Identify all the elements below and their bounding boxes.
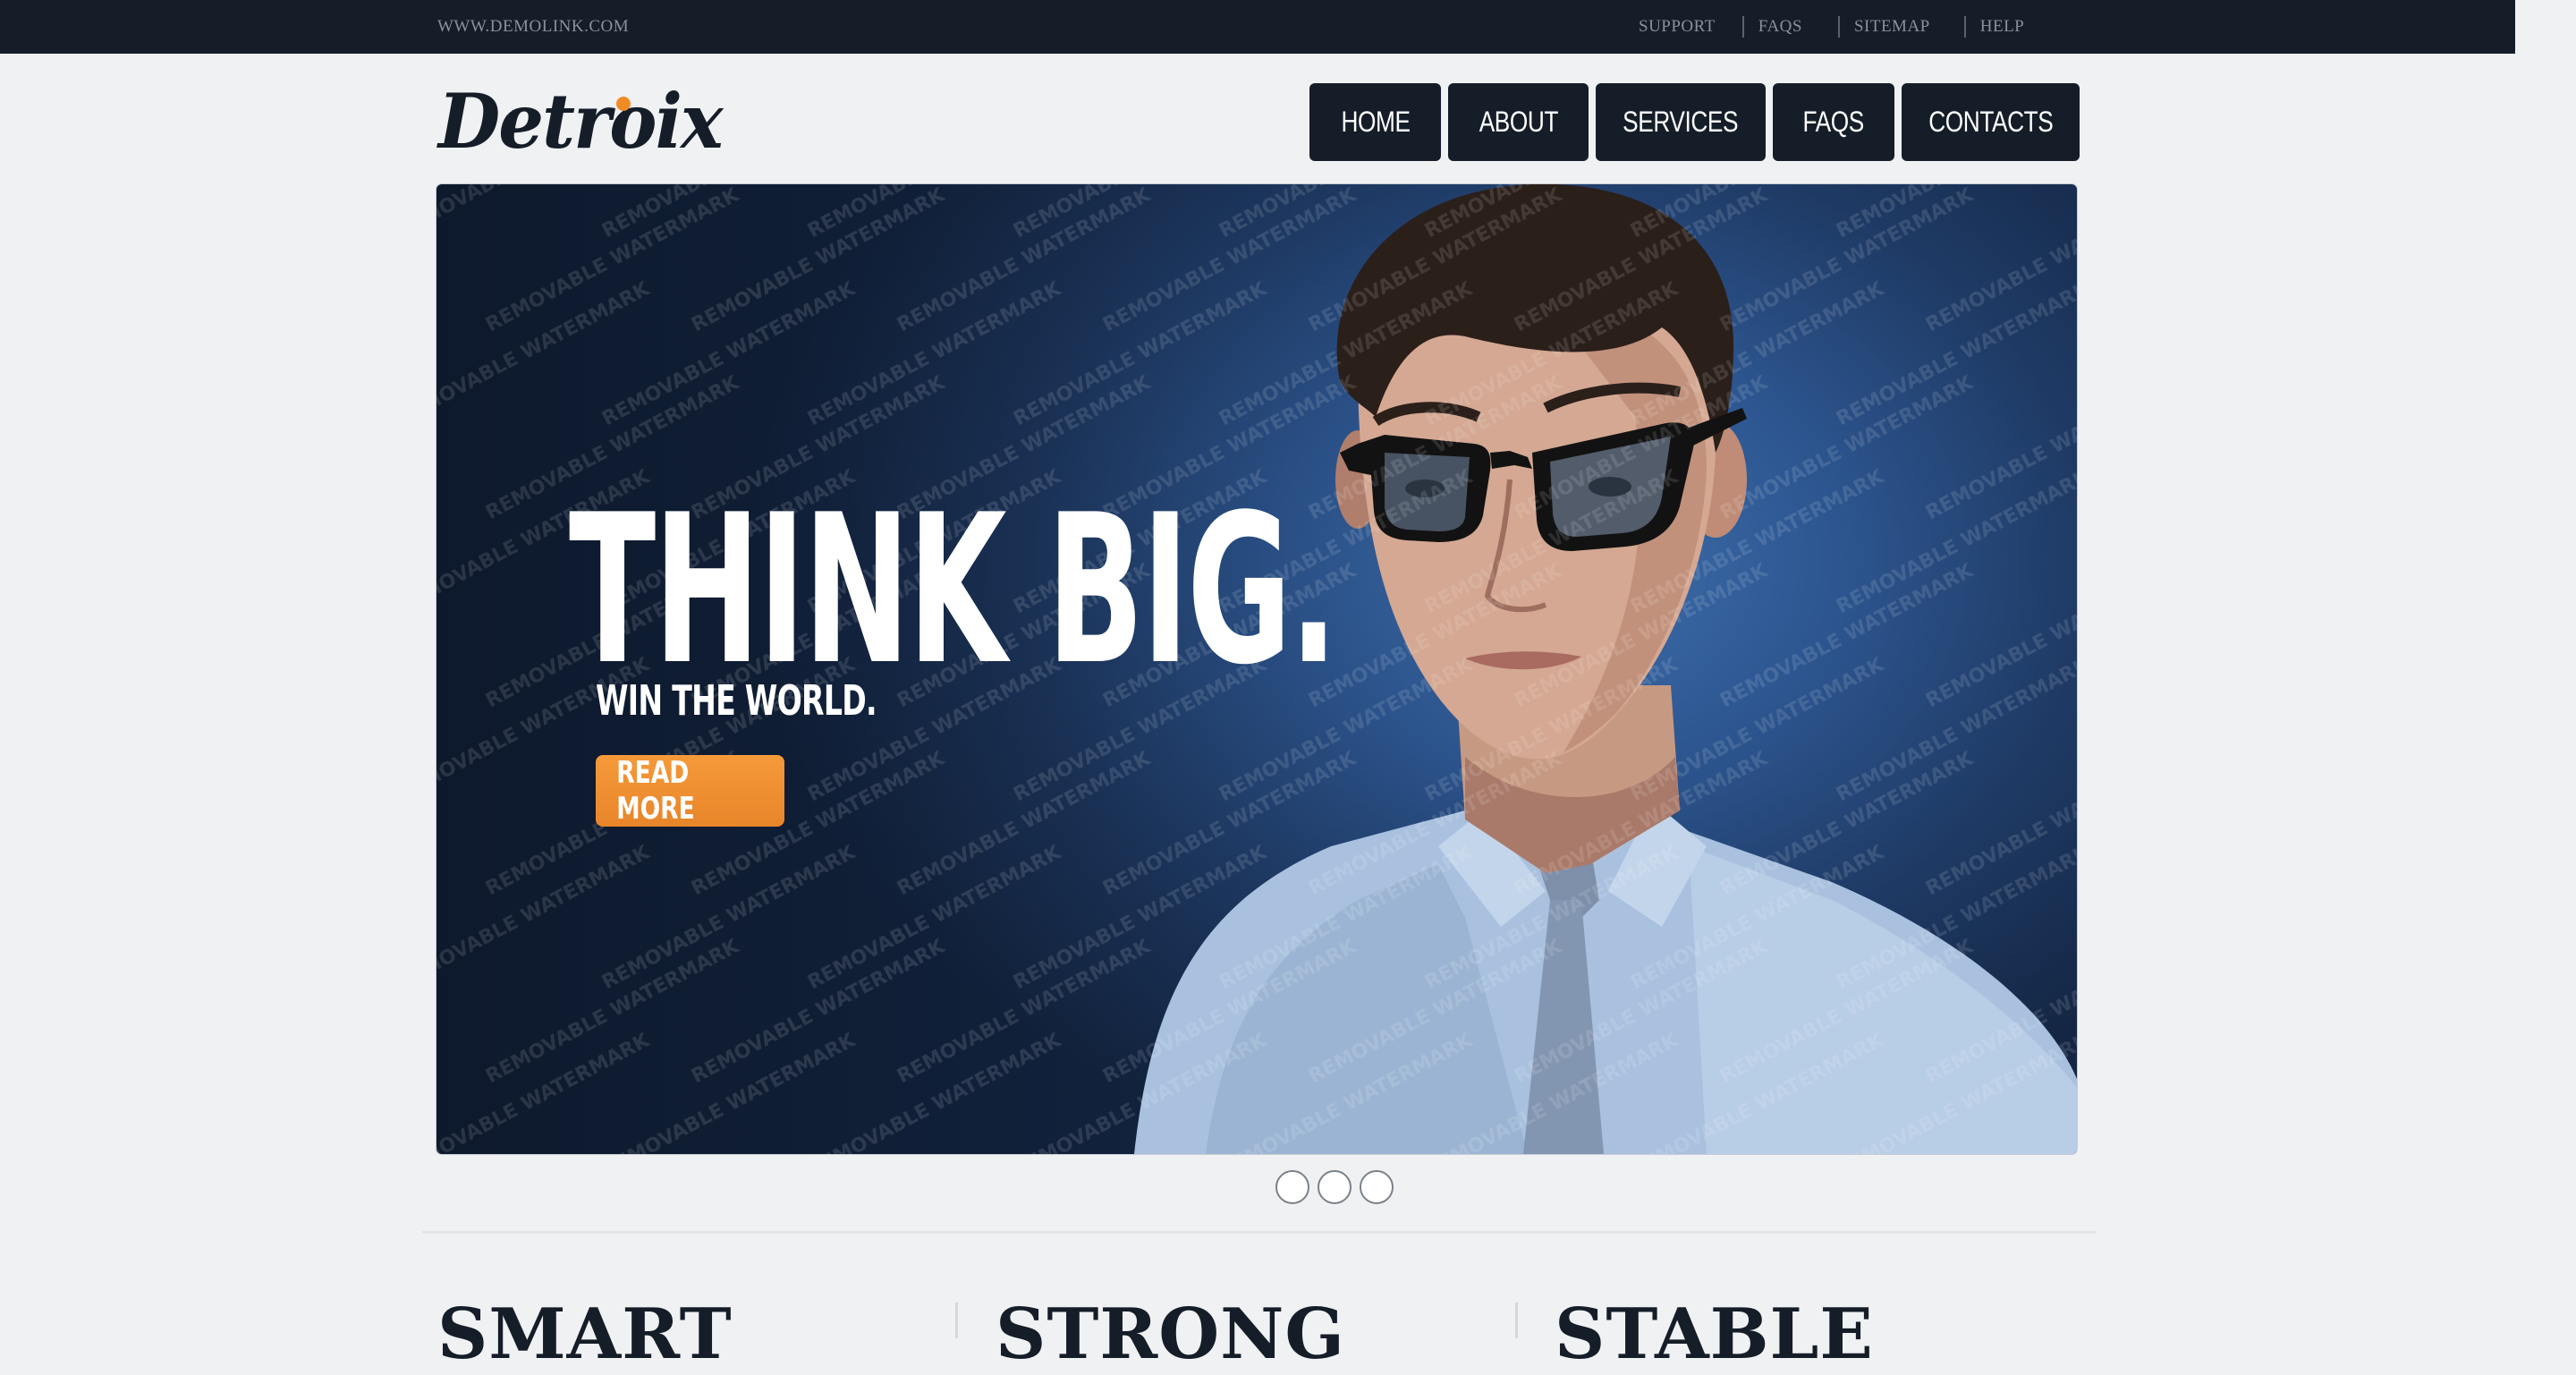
utility-link-sitemap[interactable]: SITEMAP [1854, 17, 1930, 37]
nav-services[interactable]: SERVICES [1596, 83, 1766, 161]
utility-nav: SUPPORT FAQS SITEMAP HELP [1639, 0, 2024, 54]
logo-text: Detroix [438, 77, 724, 166]
utility-separator [1837, 16, 1840, 38]
hero-subtitle: WIN THE WORLD. [596, 676, 877, 725]
utility-separator [1741, 16, 1744, 38]
nav-home[interactable]: HOME [1309, 83, 1441, 161]
site-logo[interactable]: Detroix [438, 79, 724, 167]
nav-about[interactable]: ABOUT [1448, 83, 1589, 161]
read-more-button[interactable]: READ MORE [596, 755, 784, 827]
nav-faqs[interactable]: FAQS [1773, 83, 1894, 161]
nav-services-label: SERVICES [1623, 106, 1739, 138]
nav-about-label: ABOUT [1479, 106, 1558, 138]
utility-link-faqs[interactable]: FAQS [1758, 17, 1802, 37]
site-url-link[interactable]: WWW.DEMOLINK.COM [437, 17, 629, 37]
nav-contacts[interactable]: CONTACTS [1902, 83, 2080, 161]
nav-faqs-label: FAQS [1802, 106, 1865, 138]
feature-title-strong: STRONG [996, 1294, 1346, 1375]
nav-home-label: HOME [1340, 106, 1411, 138]
utility-link-help[interactable]: HELP [1980, 17, 2025, 37]
slider-dot-1[interactable] [1275, 1170, 1309, 1204]
feature-title-smart: SMART [437, 1294, 733, 1375]
column-separator [1515, 1303, 1518, 1338]
main-nav: HOME ABOUT SERVICES FAQS CONTACTS [1309, 83, 2080, 161]
top-utility-bar: WWW.DEMOLINK.COM SUPPORT FAQS SITEMAP HE… [0, 0, 2515, 54]
read-more-label: READ MORE [616, 755, 695, 827]
slider-dot-3[interactable] [1360, 1170, 1394, 1204]
nav-contacts-label: CONTACTS [1928, 106, 2054, 138]
section-divider [422, 1231, 2097, 1234]
feature-title-stable: STABLE [1555, 1294, 1874, 1375]
slider-pagination [1275, 1170, 1394, 1204]
utility-link-support[interactable]: SUPPORT [1639, 17, 1716, 37]
logo-dot [616, 97, 631, 111]
slider-dot-2[interactable] [1318, 1170, 1352, 1204]
utility-separator [1963, 16, 1966, 38]
column-separator [955, 1303, 958, 1338]
hero-banner: REMOVABLE WATERMARKREMOVABLE WATERMARKRE… [436, 184, 2077, 1154]
hero-title: THINK BIG. [569, 471, 1338, 710]
